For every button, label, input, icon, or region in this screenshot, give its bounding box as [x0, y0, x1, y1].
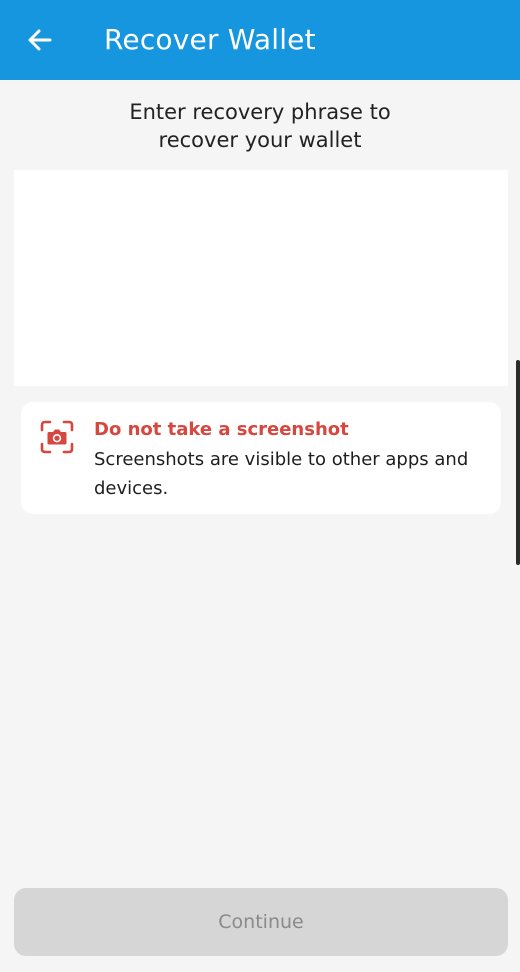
scrollbar[interactable]	[516, 360, 520, 565]
warning-text: Screenshots are visible to other apps an…	[94, 449, 469, 499]
app-bar: Recover Wallet	[0, 0, 520, 80]
recovery-instruction: Enter recovery phrase to recover your wa…	[0, 98, 520, 154]
continue-button[interactable]: Continue	[14, 888, 508, 956]
instruction-line-2: recover your wallet	[158, 128, 362, 152]
screenshot-warning-card: Do not take a screenshot Screenshots are…	[21, 402, 501, 514]
page-title: Recover Wallet	[104, 23, 316, 56]
camera-screenshot-icon	[40, 420, 74, 454]
arrow-left-icon	[28, 29, 52, 51]
instruction-line-1: Enter recovery phrase to	[129, 100, 391, 124]
back-button[interactable]	[22, 22, 58, 58]
recovery-phrase-input[interactable]	[14, 170, 508, 386]
warning-title: Do not take a screenshot	[94, 419, 349, 440]
